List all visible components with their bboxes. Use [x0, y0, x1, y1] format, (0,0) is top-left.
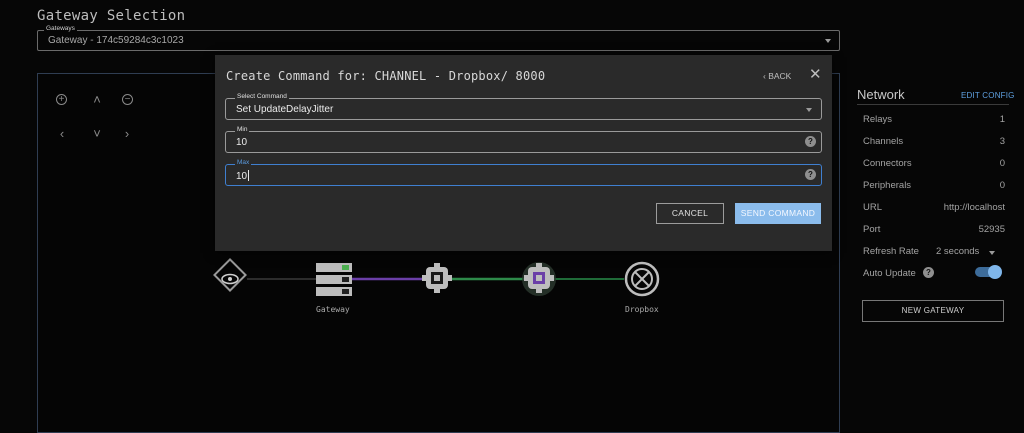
create-command-dialog: Create Command for: CHANNEL - Dropbox/ 8… — [215, 55, 832, 251]
auto-update-toggle[interactable] — [975, 265, 1002, 279]
gateway-select[interactable]: Gateways Gateway - 174c59284c3c1023 — [37, 25, 840, 51]
min-field[interactable]: Min 10 ? — [225, 126, 822, 153]
topology-graph — [213, 258, 660, 297]
network-row-relays: Relays 1 — [863, 114, 1005, 125]
network-row-port: Port 52935 — [863, 224, 1005, 235]
zoom-in-button[interactable]: + — [56, 94, 67, 105]
pan-left-button[interactable]: ‹ — [55, 127, 69, 140]
gateway-node[interactable] — [316, 263, 352, 296]
max-field[interactable]: Max 10 ? — [225, 159, 822, 186]
help-icon[interactable]: ? — [923, 267, 934, 278]
network-row-connectors: Connectors 0 — [863, 158, 1005, 169]
page-title: Gateway Selection — [37, 8, 186, 24]
back-button[interactable]: ‹ BACK — [763, 71, 791, 81]
select-command-label: Select Command — [235, 93, 289, 100]
network-row-peripherals: Peripherals 0 — [863, 180, 1005, 191]
channel-node[interactable] — [422, 263, 452, 293]
min-value: 10 — [236, 137, 248, 148]
refresh-rate-select[interactable]: 2 seconds — [936, 246, 979, 257]
cancel-button[interactable]: CANCEL — [656, 203, 724, 224]
channel-node-selected[interactable] — [522, 262, 556, 296]
pan-down-button[interactable]: ˅ — [90, 127, 104, 140]
chevron-down-icon — [825, 39, 831, 43]
help-icon[interactable]: ? — [805, 136, 816, 147]
zoom-out-button[interactable]: − — [122, 94, 133, 105]
max-label: Max — [235, 159, 252, 166]
network-row-url: URL http://localhost — [863, 202, 1005, 213]
text-cursor — [248, 170, 250, 181]
gateway-select-value: Gateway - 174c59284c3c1023 — [48, 35, 184, 46]
chevron-down-icon — [989, 251, 995, 255]
refresh-rate-row: Refresh Rate 2 seconds — [863, 246, 1005, 260]
send-command-button[interactable]: SEND COMMAND — [735, 203, 821, 224]
pan-right-button[interactable]: › — [120, 127, 134, 140]
max-input[interactable]: 10 — [236, 170, 250, 182]
dropbox-node[interactable] — [624, 261, 660, 297]
network-row-channels: Channels 3 — [863, 136, 1005, 147]
new-gateway-button[interactable]: NEW GATEWAY — [862, 300, 1004, 322]
select-command-field[interactable]: Select Command Set UpdateDelayJitter — [225, 93, 822, 120]
dropbox-node-label: Dropbox — [625, 305, 659, 314]
chevron-down-icon — [806, 108, 812, 112]
edit-config-link[interactable]: EDIT CONFIG — [961, 91, 1015, 100]
toggle-knob — [988, 265, 1002, 279]
divider — [857, 104, 1009, 105]
gateway-select-label: Gateways — [44, 25, 77, 32]
network-title: Network — [857, 87, 905, 102]
gateway-node-label: Gateway — [316, 305, 350, 314]
select-command-value: Set UpdateDelayJitter — [236, 104, 334, 115]
help-icon[interactable]: ? — [805, 169, 816, 180]
pan-up-button[interactable]: ˄ — [90, 93, 104, 106]
min-label: Min — [235, 126, 250, 133]
close-icon[interactable]: ✕ — [809, 67, 822, 82]
dialog-title: Create Command for: CHANNEL - Dropbox/ 8… — [226, 69, 546, 83]
relay-node[interactable] — [213, 258, 247, 292]
